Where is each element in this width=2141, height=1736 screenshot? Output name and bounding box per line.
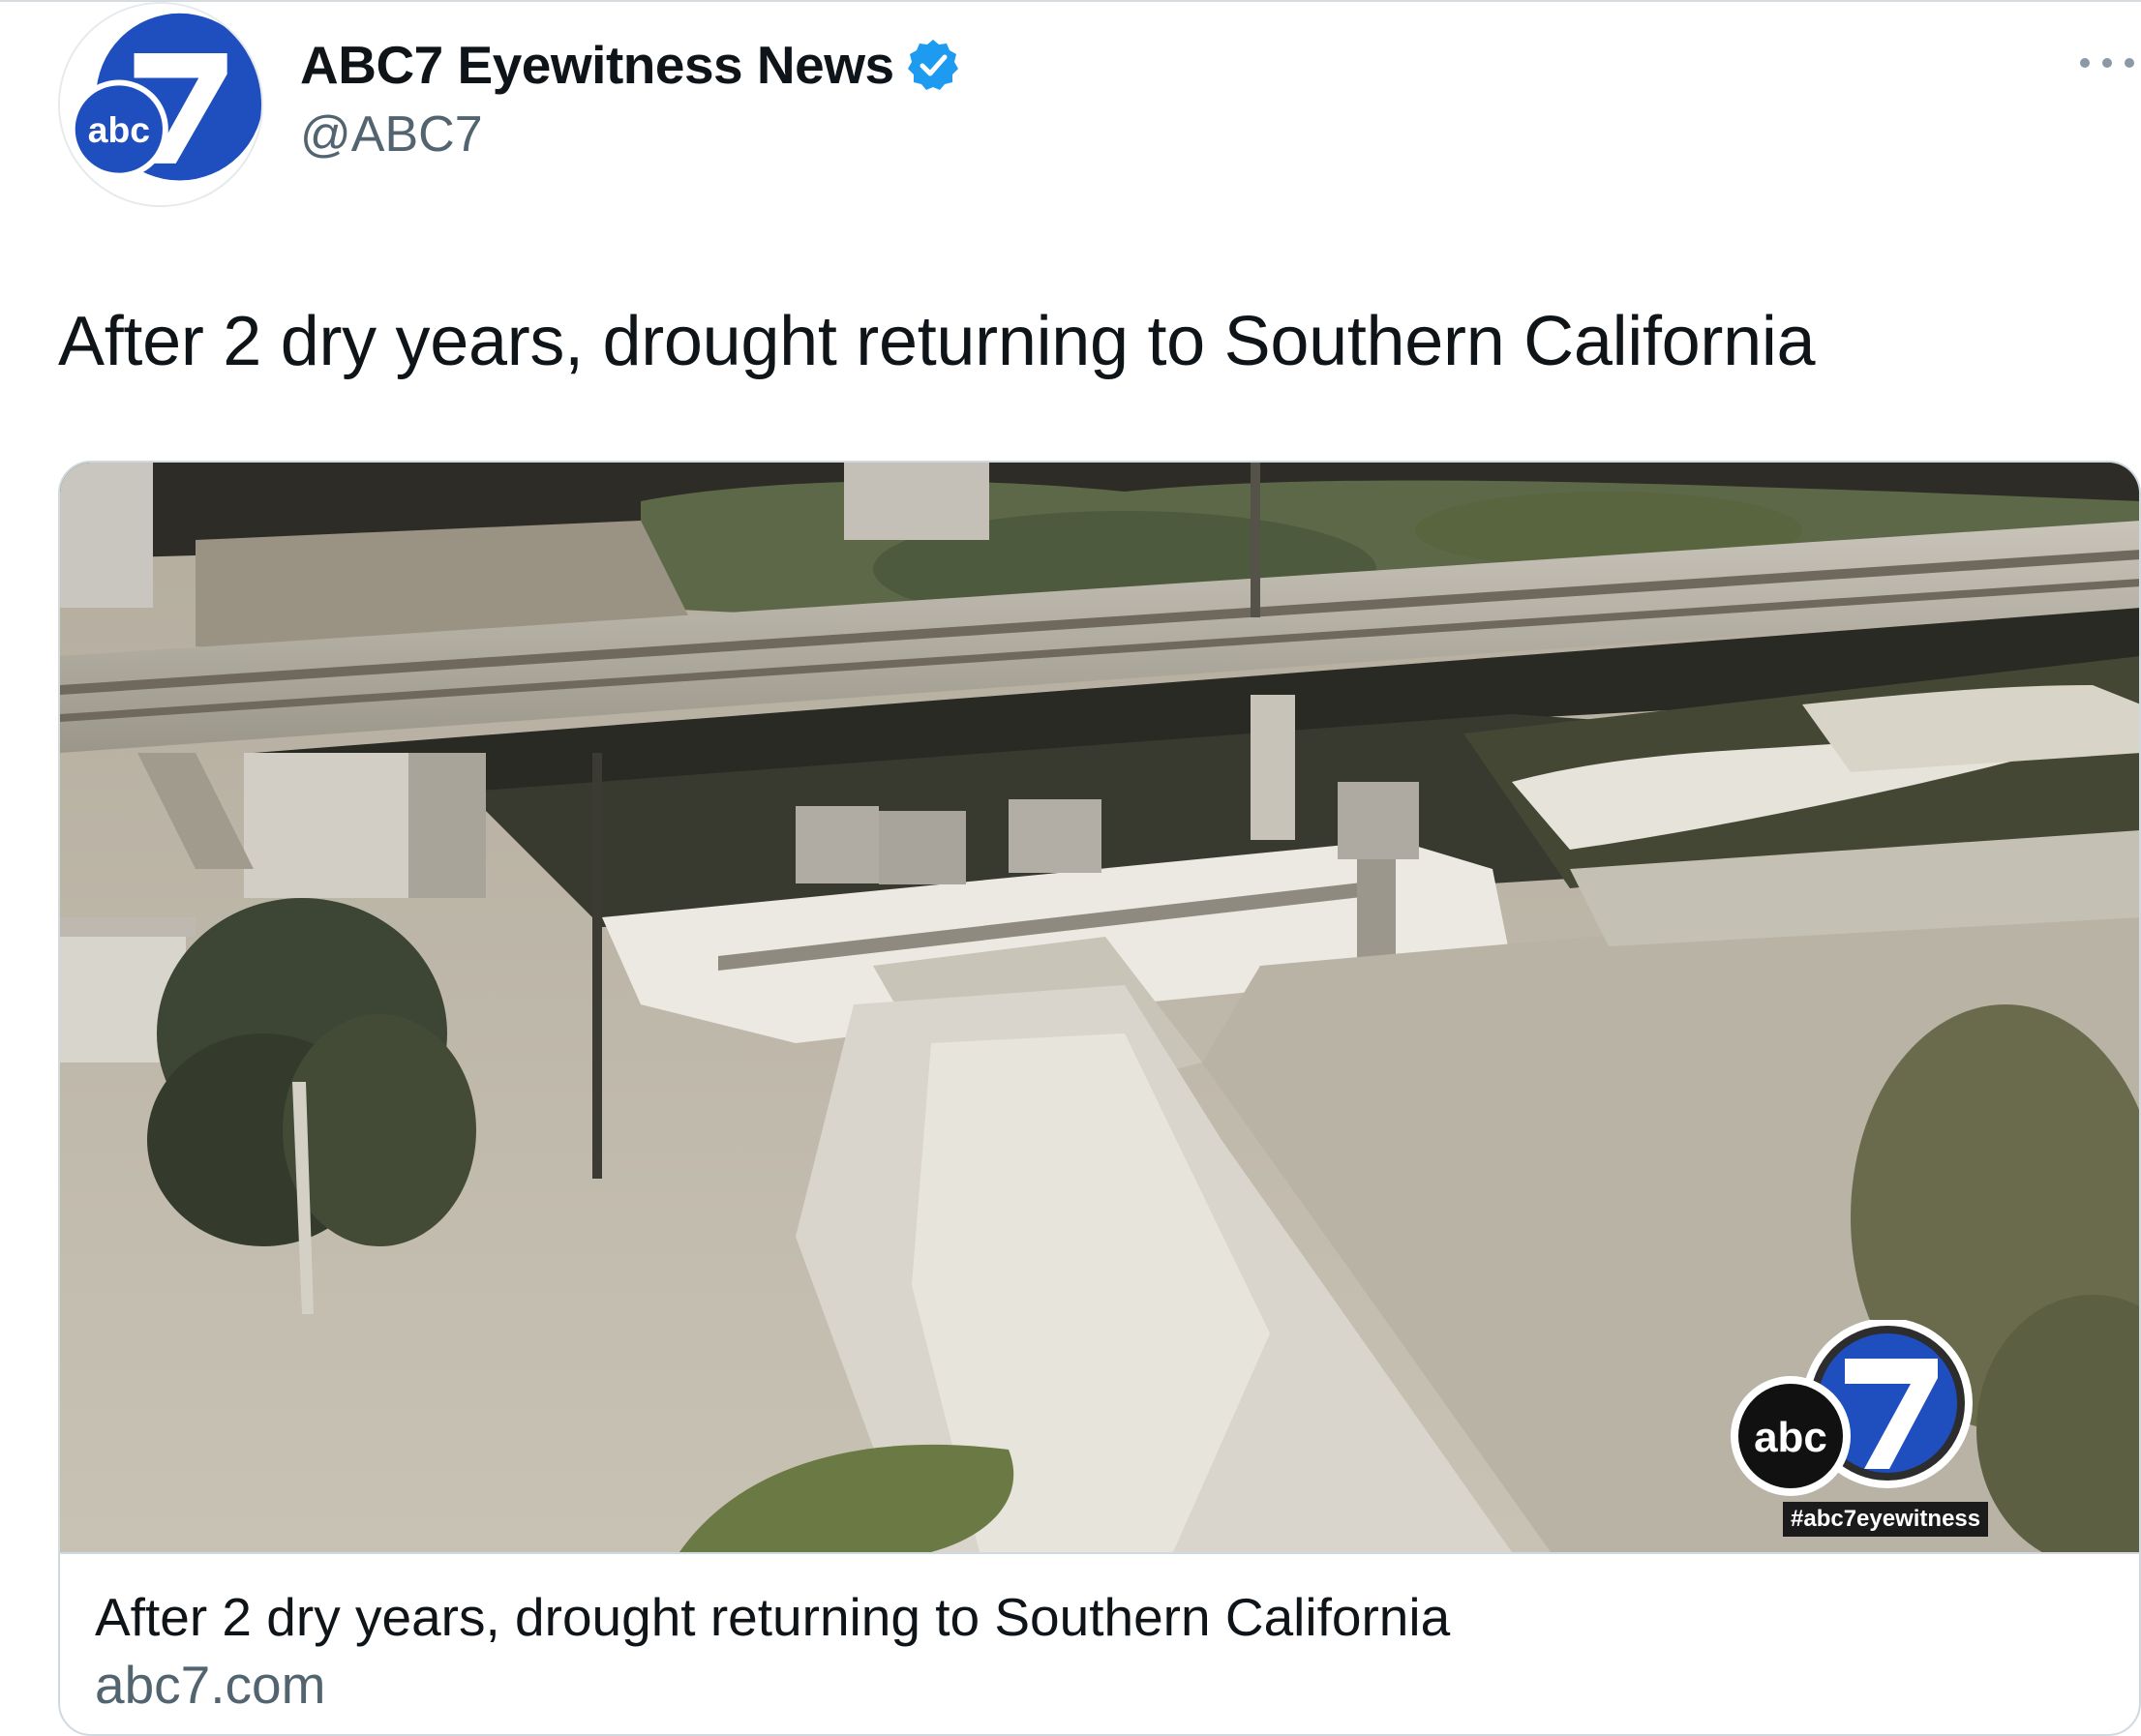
abc7-logo-icon: abc	[60, 4, 261, 205]
author-handle[interactable]: @ABC7	[300, 103, 483, 166]
divider	[0, 0, 2141, 2]
avatar-logo-text: abc	[88, 109, 150, 150]
avatar[interactable]: abc	[58, 2, 263, 207]
author-display-name[interactable]: ABC7 Eyewitness News	[300, 31, 960, 99]
watermark-hashtag: #abc7eyewitness	[1783, 1502, 1989, 1537]
abc7-watermark: abc #abc7eyewitness	[1727, 1320, 2007, 1542]
card-meta[interactable]: After 2 dry years, drought returning to …	[60, 1552, 2139, 1734]
watermark-logo-text: abc	[1754, 1414, 1827, 1461]
link-card[interactable]: abc #abc7eyewitness After 2 dry years, d…	[58, 461, 2141, 1736]
tweet: abc ABC7 Eyewitness News @ABC7 After 2 d…	[0, 0, 2141, 1736]
card-image[interactable]: abc #abc7eyewitness	[60, 463, 2139, 1552]
more-icon[interactable]	[2073, 48, 2141, 77]
verified-badge-icon	[906, 38, 960, 92]
card-title: After 2 dry years, drought returning to …	[95, 1587, 1451, 1647]
display-name-text: ABC7 Eyewitness News	[300, 35, 894, 95]
abc7-watermark-logo-icon: abc	[1727, 1320, 2007, 1504]
card-domain: abc7.com	[95, 1655, 326, 1715]
tweet-text: After 2 dry years, drought returning to …	[58, 303, 1816, 380]
